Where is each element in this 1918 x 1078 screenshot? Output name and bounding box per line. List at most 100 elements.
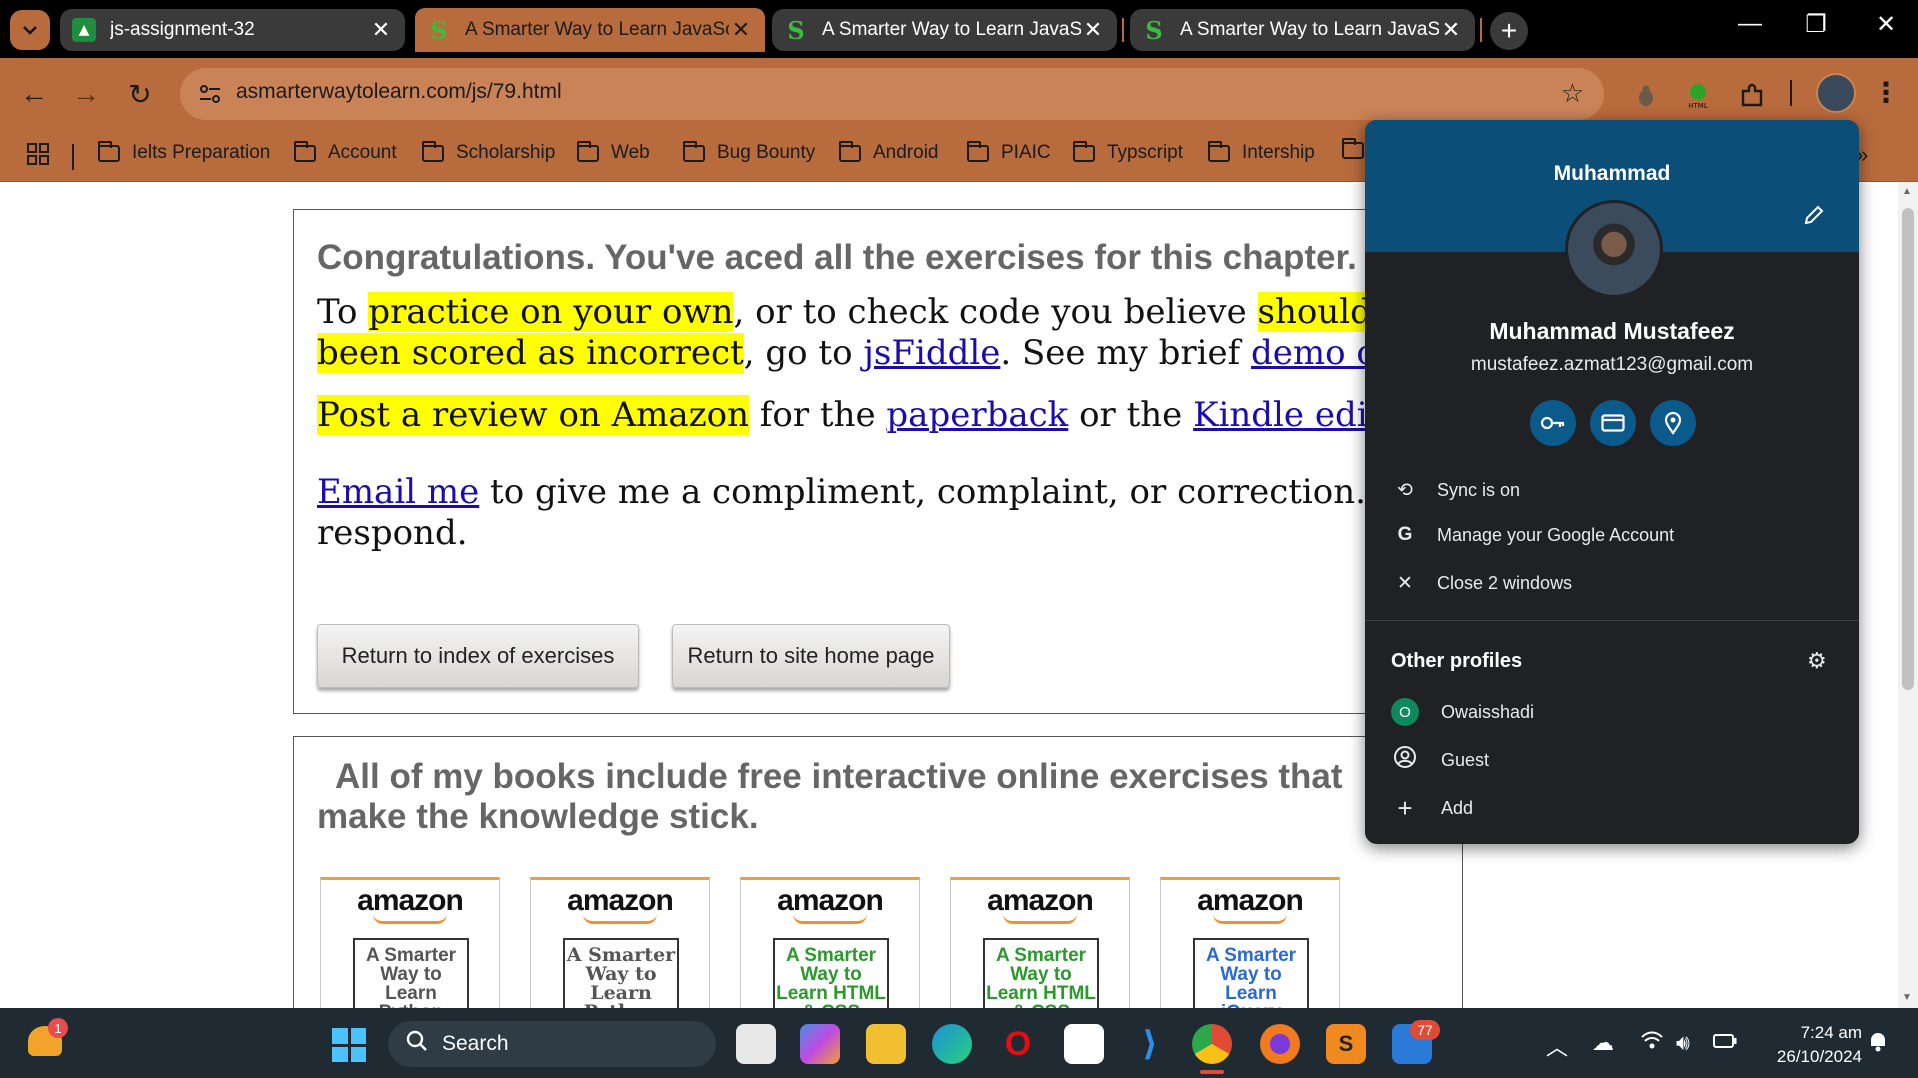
tab-js-assignment[interactable]: ▲ js-assignment-32 ✕ [60, 9, 405, 51]
notification-bell-icon[interactable] [1868, 1030, 1888, 1058]
smarter-way-favicon-icon: S [787, 15, 805, 45]
bookmark-folder[interactable]: Typscript [1073, 140, 1183, 164]
microsoft-store-icon[interactable] [1064, 1024, 1104, 1064]
close-tab-icon[interactable]: ✕ [729, 17, 753, 43]
folder-icon [683, 140, 705, 162]
show-hidden-icons-chevron-icon[interactable]: ︿ [1546, 1030, 1568, 1062]
tab-separator [1122, 18, 1124, 42]
bookmark-folder[interactable]: Account [294, 140, 397, 164]
bookmark-folder[interactable]: Scholarship [422, 140, 555, 164]
scroll-thumb[interactable] [1902, 208, 1914, 690]
close-window-button[interactable]: ✕ [1866, 10, 1906, 39]
book-card[interactable]: amazon A Smarter Way to Learn Python [320, 877, 500, 1008]
system-clock[interactable]: 7:24 am 26/10/2024 [1752, 1021, 1862, 1069]
bookmark-folder[interactable]: Ielts Preparation [98, 140, 270, 164]
email-me-link[interactable]: Email me [317, 472, 479, 512]
chevron-down-icon [23, 26, 37, 35]
close-tab-icon[interactable]: ✕ [1081, 17, 1105, 43]
bookmark-folder[interactable]: PIAIC [967, 140, 1051, 164]
folder-icon [422, 140, 444, 162]
new-tab-button[interactable]: + [1490, 12, 1528, 50]
addresses-pin-icon[interactable] [1650, 400, 1696, 446]
tab-search-button[interactable] [10, 10, 50, 50]
folder-icon [294, 140, 316, 162]
text: , or to check code you believe [733, 292, 1258, 332]
reload-button[interactable]: ↻ [118, 72, 162, 116]
tab-smarter-way-2[interactable]: S A Smarter Way to Learn JavaScr ✕ [772, 9, 1117, 51]
battery-icon[interactable] [1712, 1030, 1738, 1056]
congrats-heading: Congratulations. You've aced all the exe… [317, 238, 1357, 277]
forward-button[interactable]: → [64, 72, 108, 116]
book-card[interactable]: amazon A Smarter Way to Learn Python [530, 877, 710, 1008]
profile-item-owaisshadi[interactable]: O Owaisshadi [1365, 692, 1859, 732]
close-tab-icon[interactable]: ✕ [1439, 17, 1463, 43]
return-to-exercises-button[interactable]: Return to index of exercises [317, 624, 639, 688]
close-windows-item[interactable]: ✕ Close 2 windows [1365, 563, 1859, 603]
restore-button[interactable]: ❐ [1796, 10, 1836, 39]
reload-icon: ↻ [128, 78, 152, 110]
manage-account-item[interactable]: G Manage your Google Account [1365, 515, 1859, 555]
windows-taskbar: 1 Search O ⟩ S 77 ︿ ☁ 🔊︎ 7:24 am 26/10/2… [0, 1008, 1918, 1078]
edge-browser-icon[interactable] [932, 1024, 972, 1064]
passwords-key-icon[interactable] [1530, 400, 1576, 446]
url-text[interactable]: asmarterwaytolearn.com/js/79.html [236, 80, 562, 104]
bookmark-folder[interactable]: Web [577, 140, 650, 164]
bookmark-label: Intership [1242, 142, 1315, 163]
tab-smarter-way-3[interactable]: S A Smarter Way to Learn JavaScr ✕ [1130, 9, 1475, 51]
scroll-down-icon[interactable]: ▼ [1902, 992, 1912, 1003]
book-card[interactable]: amazon A Smarter Way to Learn jQuery [1160, 877, 1340, 1008]
tab-smarter-way-active[interactable]: S A Smarter Way to Learn JavaScr ✕ [415, 8, 765, 52]
bookmark-folder[interactable]: Intership [1208, 140, 1315, 164]
minimize-button[interactable]: — [1730, 10, 1770, 38]
gear-icon[interactable]: ⚙ [1807, 648, 1827, 674]
widget-notification-badge: 1 [48, 1018, 68, 1038]
book-cover: A Smarter Way to Learn Python [353, 938, 469, 1008]
apps-grid-icon[interactable] [26, 142, 50, 173]
onedrive-cloud-icon[interactable]: ☁ [1592, 1030, 1614, 1056]
volume-icon[interactable]: 🔊︎ [1676, 1030, 1690, 1056]
edit-pencil-icon[interactable] [1803, 204, 1825, 233]
copilot-icon[interactable] [800, 1024, 840, 1064]
profile-initial-badge: O [1391, 698, 1419, 726]
return-to-home-button[interactable]: Return to site home page [672, 624, 950, 688]
chrome-menu-icon[interactable]: ⋮ [1872, 76, 1900, 109]
book-card[interactable]: amazon A Smarter Way to Learn HTML & CSS [740, 877, 920, 1008]
book-card[interactable]: amazon A Smarter Way to Learn HTML & CSS [950, 877, 1130, 1008]
site-info-icon[interactable] [196, 80, 224, 108]
opera-browser-icon[interactable]: O [998, 1024, 1038, 1064]
scroll-up-icon[interactable]: ▲ [1902, 186, 1912, 197]
bookmark-label: Bug Bounty [717, 142, 816, 163]
clock-date: 26/10/2024 [1776, 1047, 1862, 1066]
bug-extension-icon[interactable] [1628, 78, 1664, 114]
firefox-browser-icon[interactable] [1260, 1024, 1300, 1064]
bookmark-star-icon[interactable]: ☆ [1561, 78, 1584, 109]
jsfiddle-link[interactable]: jsFiddle [863, 333, 1000, 373]
extensions-puzzle-icon[interactable] [1734, 78, 1770, 114]
bookmark-folder[interactable]: Android [839, 140, 939, 164]
address-bar[interactable]: asmarterwaytolearn.com/js/79.html ☆ [180, 68, 1604, 120]
chrome-browser-icon[interactable] [1192, 1024, 1232, 1064]
folder-icon [1208, 140, 1230, 162]
book-cover: A Smarter Way to Learn jQuery [1193, 938, 1309, 1008]
amazon-logo: amazon [1197, 884, 1304, 917]
text: to give me a compliment, complaint, or c… [479, 472, 1422, 512]
payment-card-icon[interactable] [1590, 400, 1636, 446]
windows-start-icon[interactable] [332, 1028, 366, 1062]
close-tab-icon[interactable]: ✕ [369, 17, 393, 43]
back-button[interactable]: ← [12, 72, 56, 116]
page-scrollbar[interactable]: ▲ ▼ [1898, 182, 1918, 1008]
sync-status-item[interactable]: ⟲ Sync is on [1365, 470, 1859, 510]
profile-avatar-button[interactable] [1816, 73, 1856, 113]
vscode-icon[interactable]: ⟩ [1130, 1024, 1170, 1064]
close-icon: ✕ [1397, 572, 1413, 594]
file-explorer-icon[interactable] [866, 1024, 906, 1064]
profile-item-guest[interactable]: Guest [1365, 740, 1859, 780]
paperback-link[interactable]: paperback [886, 395, 1068, 435]
taskbar-search[interactable]: Search [388, 1021, 716, 1067]
add-profile-item[interactable]: + Add [1365, 788, 1859, 828]
html-extension-icon[interactable]: HTML [1680, 78, 1716, 114]
bookmark-folder[interactable]: Bug Bounty [683, 140, 816, 164]
task-view-icon[interactable] [736, 1024, 776, 1064]
wifi-icon[interactable] [1640, 1030, 1664, 1056]
sublime-text-icon[interactable]: S [1326, 1024, 1366, 1064]
